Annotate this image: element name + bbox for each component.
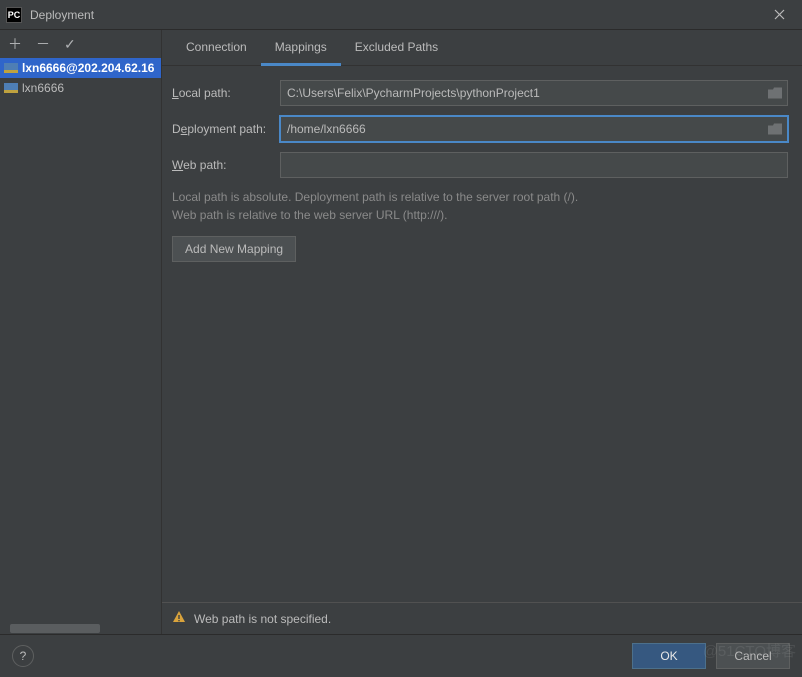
server-sidebar: ＋ － ✓ lxn6666@202.204.62.16 lxn6666 (0, 30, 162, 634)
server-icon (4, 63, 18, 73)
help-text-line: Web path is relative to the web server U… (172, 206, 788, 224)
add-new-mapping-button[interactable]: Add New Mapping (172, 236, 296, 262)
window-close-button[interactable] (756, 0, 802, 30)
tab-bar: Connection Mappings Excluded Paths (162, 30, 802, 66)
sidebar-toolbar: ＋ － ✓ (0, 30, 161, 58)
dialog-footer: ? OK Cancel (0, 634, 802, 677)
tab-mappings[interactable]: Mappings (261, 30, 341, 66)
warning-text: Web path is not specified. (194, 612, 331, 626)
warning-bar: Web path is not specified. (162, 602, 802, 634)
add-server-button[interactable]: ＋ (8, 37, 22, 51)
cancel-button[interactable]: Cancel (716, 643, 790, 669)
help-text: Local path is absolute. Deployment path … (172, 188, 788, 224)
ok-button[interactable]: OK (632, 643, 706, 669)
server-list: lxn6666@202.204.62.16 lxn6666 (0, 58, 161, 624)
folder-icon (768, 124, 782, 135)
sidebar-horizontal-scrollbar[interactable] (0, 624, 161, 634)
help-text-line: Local path is absolute. Deployment path … (172, 188, 788, 206)
warning-icon (172, 610, 186, 627)
folder-icon (768, 88, 782, 99)
web-path-label: Web path: (172, 158, 274, 172)
tab-connection[interactable]: Connection (172, 30, 261, 66)
window-title: Deployment (30, 8, 94, 22)
web-path-input[interactable] (280, 152, 788, 178)
remove-server-button[interactable]: － (36, 37, 50, 51)
browse-deployment-path-button[interactable] (768, 124, 782, 135)
server-label: lxn6666@202.204.62.16 (22, 61, 154, 75)
deployment-path-label: Deployment path: (172, 122, 274, 136)
server-item[interactable]: lxn6666 (0, 78, 161, 98)
server-item-selected[interactable]: lxn6666@202.204.62.16 (0, 58, 161, 78)
scrollbar-thumb[interactable] (10, 624, 100, 633)
question-icon: ? (20, 649, 27, 663)
close-icon (774, 9, 785, 20)
server-label: lxn6666 (22, 81, 64, 95)
deployment-path-input[interactable] (280, 116, 788, 142)
tab-excluded-paths[interactable]: Excluded Paths (341, 30, 452, 66)
app-icon: PC (6, 7, 22, 23)
main-panel: Connection Mappings Excluded Paths Local… (162, 30, 802, 634)
local-path-input[interactable] (280, 80, 788, 106)
check-server-button[interactable]: ✓ (64, 37, 76, 51)
local-path-label: Local path: (172, 86, 274, 100)
browse-local-path-button[interactable] (768, 88, 782, 99)
help-button[interactable]: ? (12, 645, 34, 667)
server-icon (4, 83, 18, 93)
